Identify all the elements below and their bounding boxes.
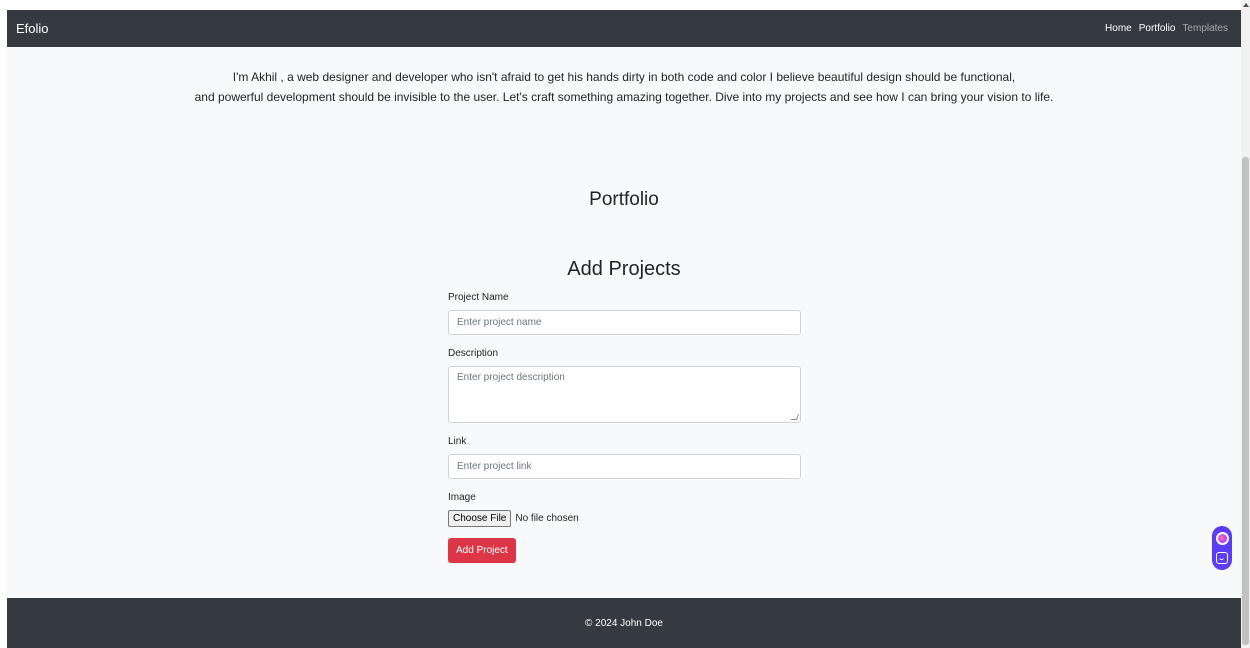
portfolio-heading: Portfolio bbox=[589, 189, 659, 210]
link-placeholder: Enter project link bbox=[457, 461, 532, 472]
add-project-button[interactable]: Add Project bbox=[448, 538, 516, 563]
assistant-orb-icon[interactable] bbox=[1215, 532, 1229, 546]
nav-link-templates[interactable]: Templates bbox=[1182, 23, 1228, 34]
page-viewport: Efolio Home Portfolio Templates I'm Akhi… bbox=[7, 10, 1241, 648]
link-label: Link bbox=[448, 436, 467, 447]
choose-file-button[interactable]: Choose File bbox=[448, 510, 512, 527]
image-file-input: Choose File No file chosen bbox=[448, 510, 801, 527]
intro-line-1: I'm Akhil , a web designer and developer… bbox=[232, 70, 1016, 84]
navbar: Efolio Home Portfolio Templates bbox=[7, 10, 1241, 47]
link-input[interactable]: Enter project link bbox=[448, 454, 801, 479]
description-label: Description bbox=[448, 348, 499, 359]
intro-line-2: and powerful development should be invis… bbox=[194, 90, 1054, 104]
description-placeholder: Enter project description bbox=[457, 372, 565, 383]
footer: © 2024 John Doe bbox=[7, 598, 1241, 648]
nav-link-home[interactable]: Home bbox=[1105, 23, 1132, 34]
nav-links: Home Portfolio Templates bbox=[1105, 23, 1228, 34]
scrollbar-thumb[interactable] bbox=[1242, 157, 1249, 645]
resize-handle-icon[interactable] bbox=[790, 414, 800, 420]
image-label: Image bbox=[448, 492, 476, 503]
add-projects-title: Add Projects bbox=[567, 258, 681, 280]
project-name-input[interactable]: Enter project name bbox=[448, 310, 801, 335]
project-name-placeholder: Enter project name bbox=[457, 317, 542, 328]
footer-copyright: © 2024 John Doe bbox=[585, 617, 663, 629]
project-name-label: Project Name bbox=[448, 292, 509, 303]
intro-text: I'm Akhil , a web designer and developer… bbox=[7, 67, 1241, 107]
floating-assistant-widget[interactable] bbox=[1212, 526, 1232, 570]
vertical-scrollbar[interactable] bbox=[1241, 0, 1250, 648]
assistant-chat-icon[interactable] bbox=[1216, 551, 1228, 564]
brand-logo[interactable]: Efolio bbox=[16, 21, 49, 36]
file-status: No file chosen bbox=[515, 513, 579, 524]
scroll-up-arrow-icon[interactable] bbox=[1243, 3, 1249, 7]
nav-link-portfolio[interactable]: Portfolio bbox=[1139, 23, 1176, 34]
add-project-form: Project Name Enter project name Descript… bbox=[448, 292, 801, 563]
description-textarea[interactable]: Enter project description bbox=[448, 366, 801, 423]
